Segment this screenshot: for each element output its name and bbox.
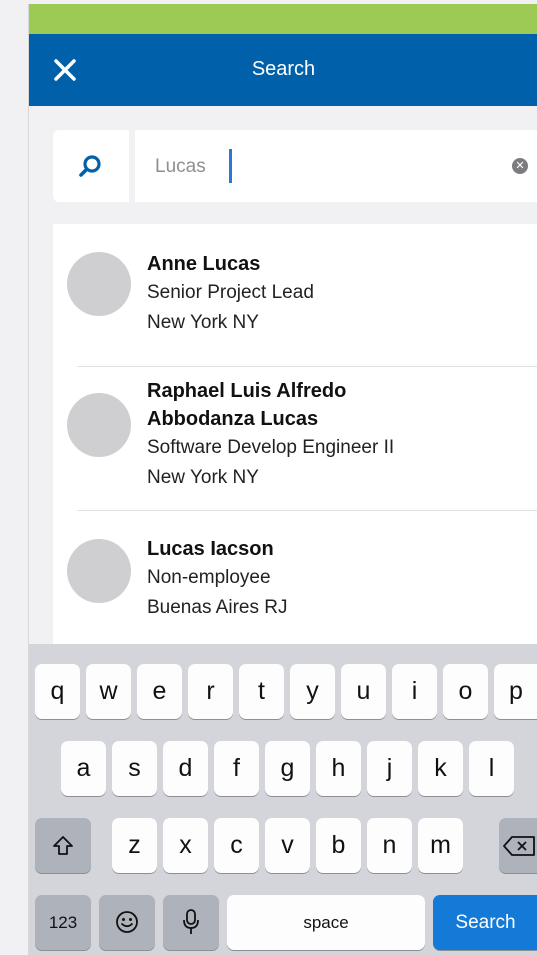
key-n[interactable]: n	[367, 818, 412, 873]
avatar	[67, 252, 131, 316]
key-w[interactable]: w	[86, 664, 131, 719]
result-name-line-2: Abbodanza Lucas	[147, 408, 319, 430]
key-h[interactable]: h	[316, 741, 361, 796]
key-v[interactable]: v	[265, 818, 310, 873]
key-x[interactable]: x	[163, 818, 208, 873]
search-input[interactable]: Lucas ✕	[135, 130, 537, 202]
key-s[interactable]: s	[112, 741, 157, 796]
key-e[interactable]: e	[137, 664, 182, 719]
result-location: Buenas Aires RJ	[147, 597, 288, 618]
key-f[interactable]: f	[214, 741, 259, 796]
key-u[interactable]: u	[341, 664, 386, 719]
key-z[interactable]: z	[112, 818, 157, 873]
keyboard: q w e r t y u i o p a s d f g h j k l z …	[29, 644, 537, 955]
text-cursor	[229, 149, 232, 183]
page-title: Search	[251, 58, 316, 80]
avatar	[67, 539, 131, 603]
result-name: Anne Lucas	[147, 253, 261, 275]
key-r[interactable]: r	[188, 664, 233, 719]
results-list: Anne Lucas Senior Project Lead New York …	[53, 224, 537, 644]
delete-icon	[502, 836, 535, 856]
result-name-line-1: Raphael Luis Alfredo	[147, 380, 347, 402]
top-bar: Search	[29, 34, 537, 106]
clear-search-button[interactable]: ✕	[512, 158, 528, 174]
key-k[interactable]: k	[418, 741, 463, 796]
shift-key[interactable]	[35, 818, 91, 873]
search-key[interactable]: Search	[433, 895, 537, 950]
key-y[interactable]: y	[290, 664, 335, 719]
microphone-key[interactable]	[163, 895, 219, 950]
search-input-value: Lucas	[155, 156, 206, 177]
key-c[interactable]: c	[214, 818, 259, 873]
avatar	[67, 393, 131, 457]
emoji-key[interactable]	[99, 895, 155, 950]
microphone-icon	[183, 909, 199, 934]
key-l[interactable]: l	[469, 741, 514, 796]
content-area: Lucas ✕ Anne Lucas Senior Project Lead N…	[29, 106, 537, 644]
key-p[interactable]: p	[494, 664, 537, 719]
result-title: Non-employee	[147, 567, 271, 588]
result-title: Software Develop Engineer II	[147, 437, 395, 458]
space-key[interactable]: space	[227, 895, 425, 950]
key-t[interactable]: t	[239, 664, 284, 719]
search-bar: Lucas ✕	[53, 130, 537, 202]
key-q[interactable]: q	[35, 664, 80, 719]
result-item[interactable]: Anne Lucas Senior Project Lead New York …	[53, 224, 537, 366]
status-strip	[29, 4, 537, 34]
key-g[interactable]: g	[265, 741, 310, 796]
key-d[interactable]: d	[163, 741, 208, 796]
result-location: New York NY	[147, 467, 259, 488]
delete-key[interactable]	[499, 818, 537, 873]
key-a[interactable]: a	[61, 741, 106, 796]
shift-icon	[53, 836, 73, 855]
search-icon	[79, 155, 101, 177]
key-j[interactable]: j	[367, 741, 412, 796]
search-button[interactable]	[53, 130, 129, 202]
clear-icon: ✕	[515, 160, 525, 172]
result-item[interactable]: Lucas Iacson Non-employee Buenas Aires R…	[53, 511, 537, 644]
key-b[interactable]: b	[316, 818, 361, 873]
result-location: New York NY	[147, 312, 259, 333]
key-o[interactable]: o	[443, 664, 488, 719]
result-item[interactable]: Raphael Luis Alfredo Abbodanza Lucas Sof…	[53, 367, 537, 510]
phone-screen: Search Lucas ✕ Anne Lucas Senior Project…	[28, 4, 537, 955]
key-i[interactable]: i	[392, 664, 437, 719]
emoji-icon	[116, 911, 138, 933]
result-title: Senior Project Lead	[147, 282, 314, 303]
result-name: Lucas Iacson	[147, 538, 274, 560]
key-m[interactable]: m	[418, 818, 463, 873]
numbers-key[interactable]: 123	[35, 895, 91, 950]
